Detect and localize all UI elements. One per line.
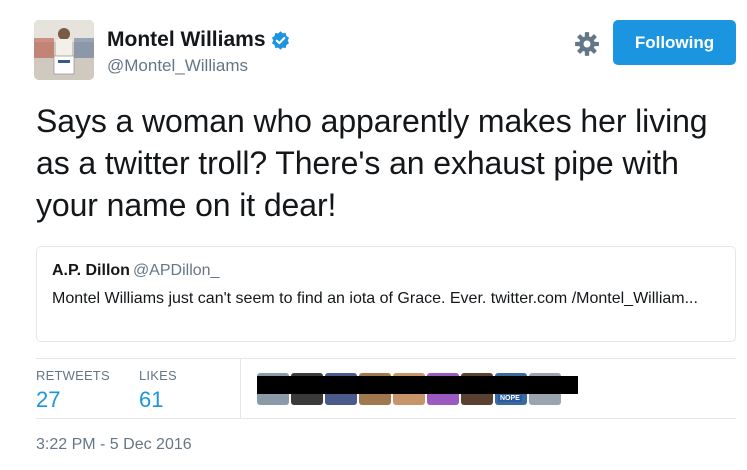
author-name-row: Montel Williams — [107, 28, 290, 52]
liker-avatar-badge: NOPE — [498, 395, 522, 402]
following-button[interactable]: Following — [613, 20, 736, 65]
gear-icon[interactable] — [574, 31, 600, 57]
retweets-label: RETWEETS — [36, 368, 110, 383]
likes-stat[interactable]: LIKES 61 — [139, 368, 177, 413]
quoted-tweet-header: A.P. Dillon @APDillon_ — [52, 262, 219, 280]
redaction-bar — [257, 376, 578, 394]
stats-top-divider — [36, 358, 736, 359]
quoted-author-name: A.P. Dillon — [52, 262, 130, 279]
author-display-name[interactable]: Montel Williams — [107, 28, 266, 52]
stats-bottom-divider — [36, 418, 736, 419]
quoted-tweet-card[interactable]: A.P. Dillon @APDillon_ Montel Williams ju… — [36, 246, 736, 342]
quoted-author-handle: @APDillon_ — [132, 262, 220, 279]
tweet-timestamp[interactable]: 3:22 PM - 5 Dec 2016 — [36, 436, 192, 454]
author-avatar[interactable] — [34, 20, 94, 80]
tweet-text: Says a woman who apparently makes her li… — [36, 103, 708, 223]
quoted-tweet-text: Montel Williams just can't seem to find … — [52, 290, 698, 307]
likes-count: 61 — [139, 387, 164, 412]
stats-vertical-divider — [240, 358, 241, 418]
retweets-count: 27 — [36, 387, 61, 412]
verified-badge-icon — [271, 30, 289, 50]
retweets-stat[interactable]: RETWEETS 27 — [36, 368, 110, 413]
likes-label: LIKES — [139, 368, 177, 383]
author-handle[interactable]: @Montel_Williams — [107, 56, 248, 76]
